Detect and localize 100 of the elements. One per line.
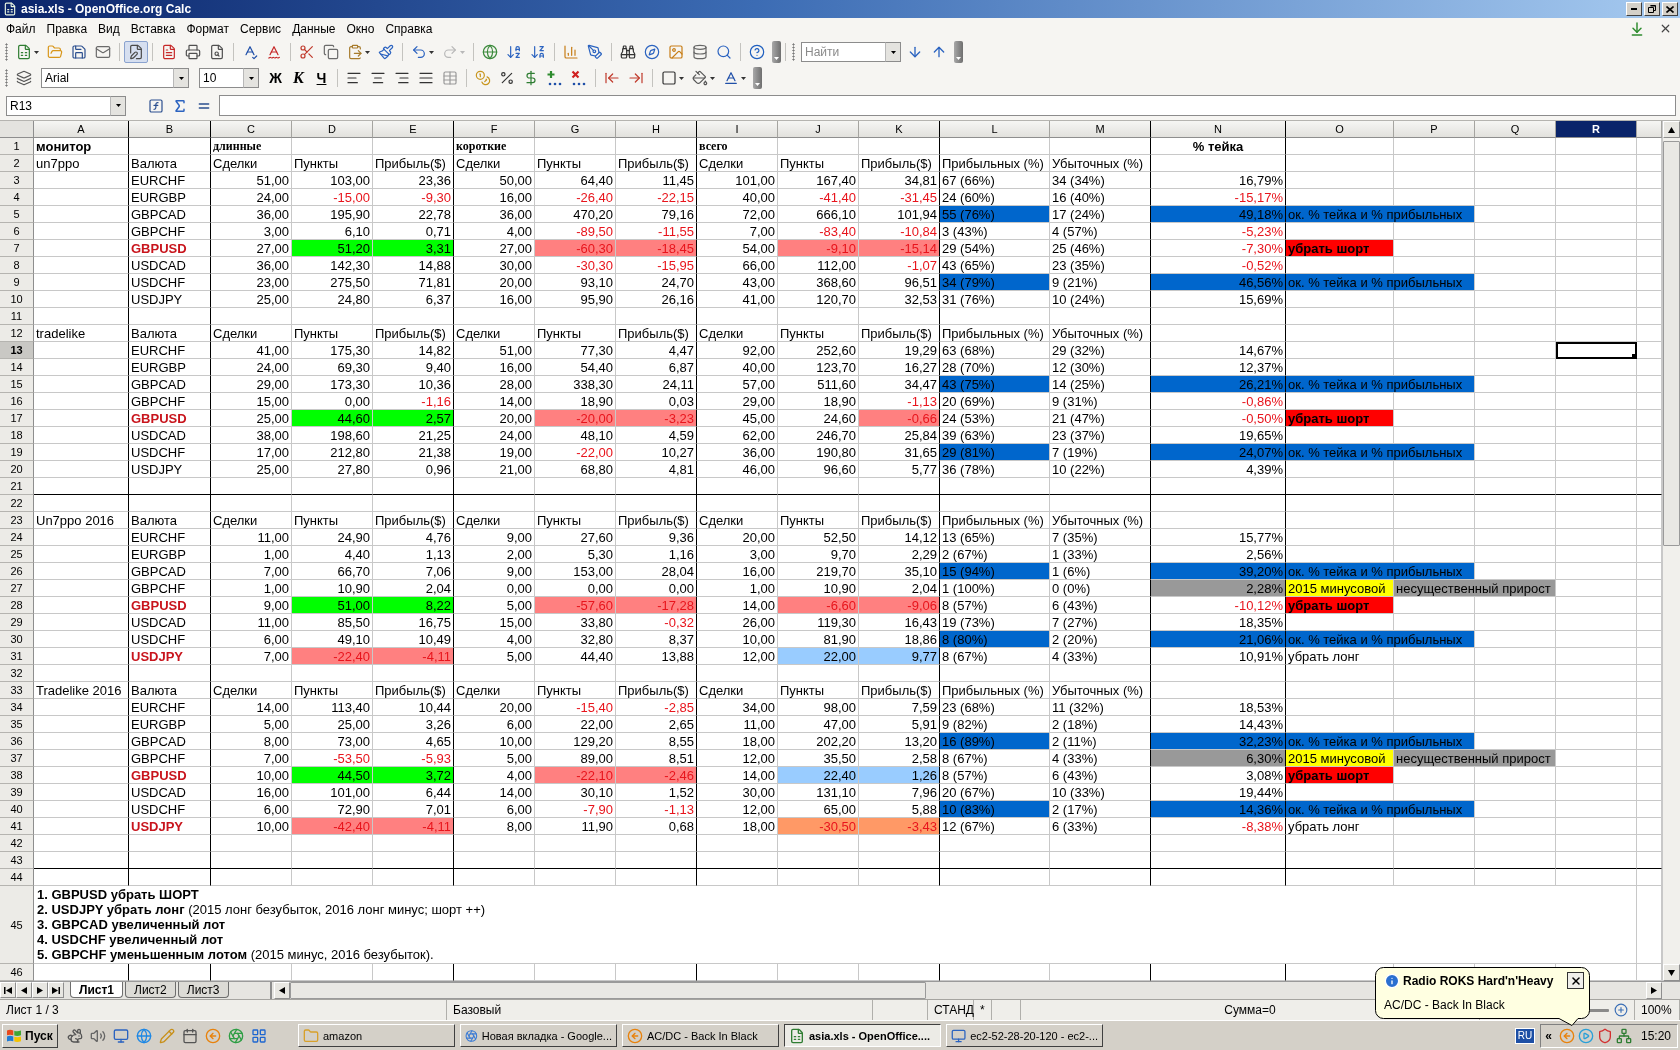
- row-header[interactable]: 2: [0, 155, 34, 172]
- language-indicator[interactable]: RU: [1514, 1027, 1536, 1044]
- font-name-field[interactable]: Arial: [41, 68, 173, 88]
- column-header[interactable]: M: [1050, 121, 1151, 138]
- scrollbar-thumb[interactable]: [290, 982, 926, 999]
- row-header[interactable]: 7: [0, 240, 34, 257]
- bold-button[interactable]: Ж: [264, 67, 287, 89]
- row-header[interactable]: 13: [0, 342, 34, 359]
- row-header[interactable]: 12: [0, 325, 34, 342]
- column-header[interactable]: J: [778, 121, 859, 138]
- menu-item[interactable]: Правка: [42, 19, 92, 38]
- speaker-icon[interactable]: [90, 1027, 106, 1044]
- monitor-icon[interactable]: [113, 1027, 129, 1044]
- row-header[interactable]: 36: [0, 733, 34, 750]
- font-size-field[interactable]: 10: [199, 68, 243, 88]
- dropdown-button[interactable]: [173, 68, 189, 88]
- column-header[interactable]: P: [1394, 121, 1475, 138]
- calendar-icon[interactable]: [182, 1027, 198, 1044]
- row-header[interactable]: 30: [0, 631, 34, 648]
- row-header[interactable]: 43: [0, 852, 34, 869]
- row-header[interactable]: 45: [0, 886, 34, 964]
- taskbar-button[interactable]: asia.xls - OpenOffice....: [784, 1024, 941, 1047]
- column-header[interactable]: O: [1286, 121, 1394, 138]
- cell-cursor[interactable]: [1556, 342, 1637, 359]
- row-header[interactable]: 26: [0, 563, 34, 580]
- toolbar-options-button[interactable]: [772, 41, 781, 63]
- dropdown-button[interactable]: [243, 68, 259, 88]
- column-header[interactable]: B: [129, 121, 211, 138]
- scroll-up-button[interactable]: [1663, 121, 1680, 138]
- formula-input-field[interactable]: [219, 95, 1676, 116]
- dropdown-button[interactable]: [885, 42, 901, 62]
- column-header[interactable]: L: [940, 121, 1050, 138]
- row-header[interactable]: 42: [0, 835, 34, 852]
- row-header[interactable]: 15: [0, 376, 34, 393]
- column-header[interactable]: F: [454, 121, 535, 138]
- row-header[interactable]: 11: [0, 308, 34, 325]
- row-header[interactable]: 46: [0, 964, 34, 981]
- row-header[interactable]: 9: [0, 274, 34, 291]
- row-header[interactable]: 20: [0, 461, 34, 478]
- row-header[interactable]: 33: [0, 682, 34, 699]
- menu-item[interactable]: Справка: [381, 19, 437, 38]
- tray-expand-button[interactable]: «: [1545, 1028, 1556, 1043]
- row-header[interactable]: 22: [0, 495, 34, 512]
- row-header[interactable]: 3: [0, 172, 34, 189]
- row-header[interactable]: 37: [0, 750, 34, 767]
- next-sheet-button[interactable]: [32, 982, 48, 998]
- menu-item[interactable]: Формат: [182, 19, 234, 38]
- row-header[interactable]: 25: [0, 546, 34, 563]
- close-document-button[interactable]: [1659, 22, 1672, 35]
- menu-item[interactable]: Файл: [2, 19, 40, 38]
- taskbar-button[interactable]: Новая вкладка - Google...: [460, 1024, 617, 1047]
- row-header[interactable]: 38: [0, 767, 34, 784]
- row-header[interactable]: 10: [0, 291, 34, 308]
- rabbit-icon[interactable]: [67, 1027, 83, 1044]
- zoom-in-button[interactable]: [1614, 1003, 1628, 1017]
- row-header[interactable]: 6: [0, 223, 34, 240]
- row-header[interactable]: 29: [0, 614, 34, 631]
- restore-button[interactable]: [1644, 2, 1660, 16]
- close-button[interactable]: [1567, 972, 1584, 989]
- row-header[interactable]: 28: [0, 597, 34, 614]
- scroll-down-button[interactable]: [1663, 964, 1680, 981]
- sheet-tab[interactable]: Лист3: [177, 982, 229, 998]
- toolbar-options-button[interactable]: [753, 67, 762, 89]
- row-header[interactable]: 19: [0, 444, 34, 461]
- row-header[interactable]: 24: [0, 529, 34, 546]
- scroll-left-button[interactable]: [274, 982, 290, 999]
- menu-item[interactable]: Вид: [94, 19, 124, 38]
- row-header[interactable]: 34: [0, 699, 34, 716]
- row-header[interactable]: 35: [0, 716, 34, 733]
- row-header[interactable]: 44: [0, 869, 34, 886]
- column-header[interactable]: G: [535, 121, 616, 138]
- edit-file-button[interactable]: [124, 41, 148, 63]
- row-header[interactable]: 16: [0, 393, 34, 410]
- column-header[interactable]: I: [697, 121, 778, 138]
- scroll-right-button[interactable]: [1646, 982, 1662, 999]
- row-header[interactable]: 31: [0, 648, 34, 665]
- row-header[interactable]: 27: [0, 580, 34, 597]
- network-icon[interactable]: [1615, 1027, 1632, 1044]
- row-header[interactable]: 23: [0, 512, 34, 529]
- row-header[interactable]: 32: [0, 665, 34, 682]
- sheet-tab[interactable]: Лист2: [125, 982, 176, 998]
- dropdown-button[interactable]: [110, 95, 126, 116]
- column-header[interactable]: R: [1556, 121, 1637, 138]
- row-header[interactable]: 39: [0, 784, 34, 801]
- grid-icon[interactable]: [251, 1027, 267, 1044]
- toolbar-options-button[interactable]: [954, 41, 963, 63]
- column-header[interactable]: N: [1151, 121, 1286, 138]
- row-header[interactable]: 14: [0, 359, 34, 376]
- minimize-button[interactable]: [1626, 2, 1642, 16]
- taskbar-button[interactable]: ec2-52-28-20-120 - ec2-...: [946, 1024, 1103, 1047]
- column-header[interactable]: H: [616, 121, 697, 138]
- find-field[interactable]: Найти: [801, 42, 885, 62]
- menu-item[interactable]: Вставка: [126, 19, 180, 38]
- column-header[interactable]: D: [292, 121, 373, 138]
- row-header[interactable]: 8: [0, 257, 34, 274]
- menu-item[interactable]: Окно: [342, 19, 379, 38]
- scrollbar-thumb[interactable]: [1663, 141, 1680, 546]
- start-button[interactable]: Пуск: [2, 1023, 58, 1048]
- row-header[interactable]: 18: [0, 427, 34, 444]
- menu-item[interactable]: Сервис: [236, 19, 286, 38]
